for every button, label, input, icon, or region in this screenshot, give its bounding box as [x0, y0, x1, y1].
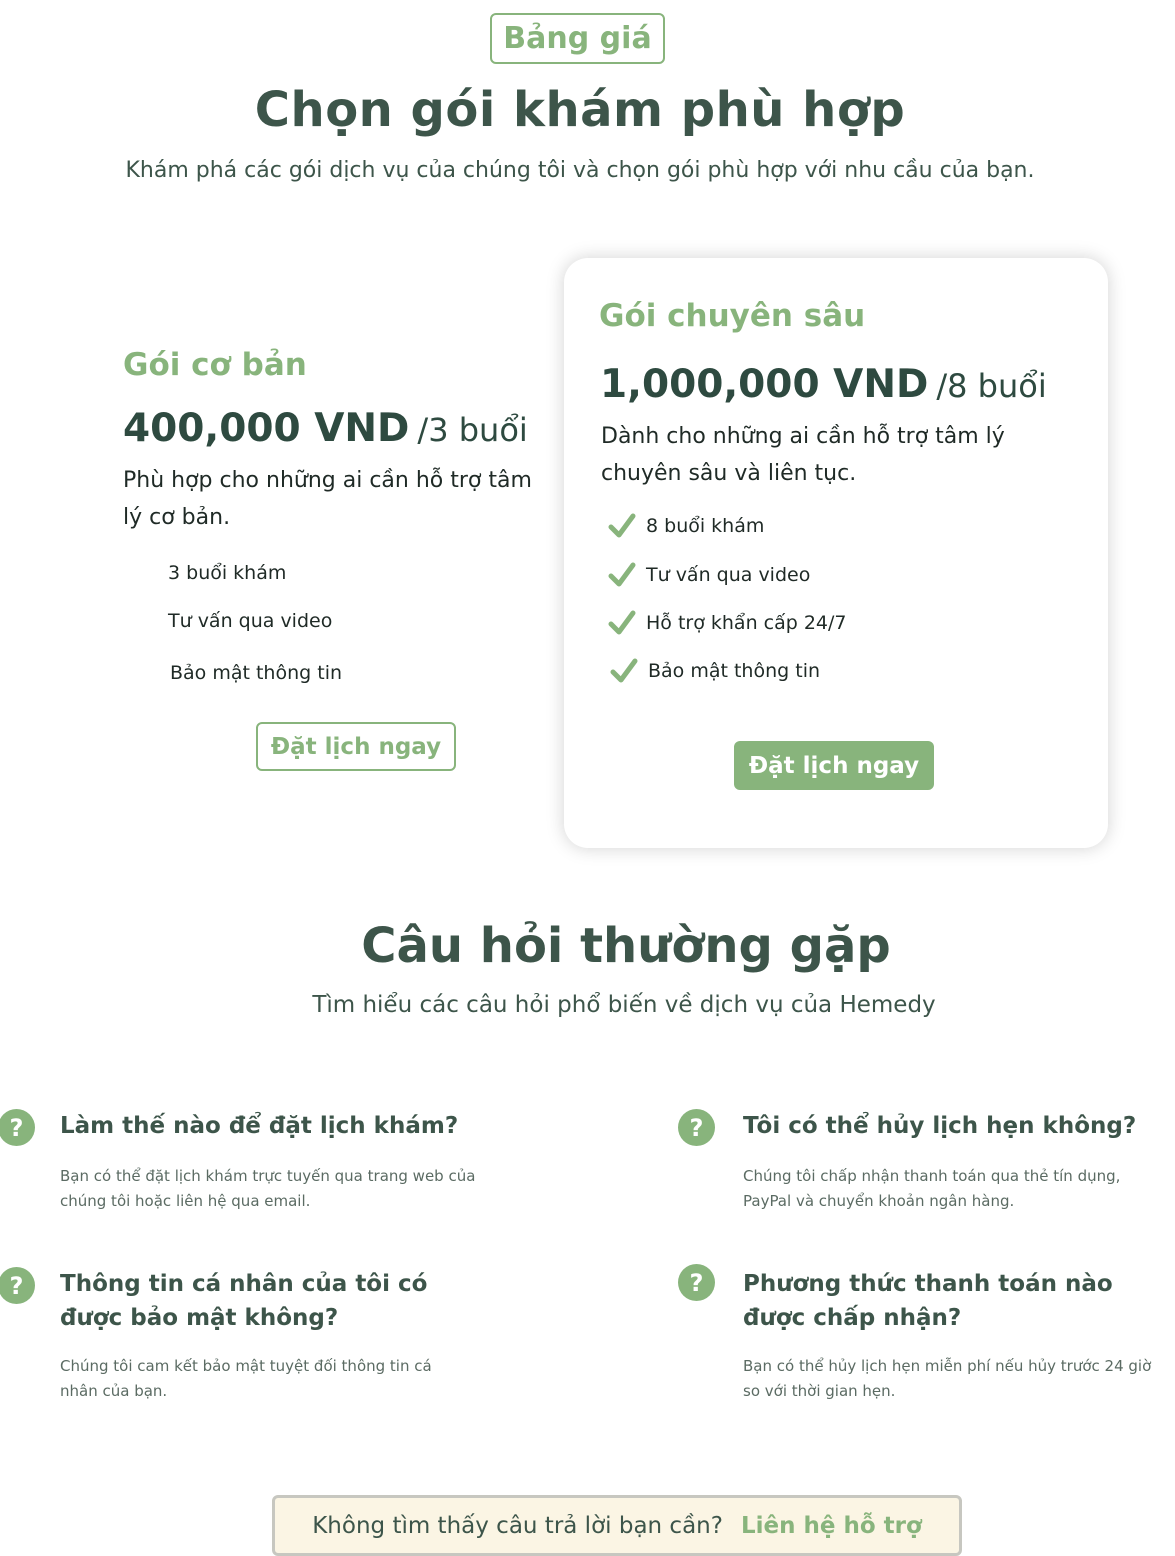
question-icon: ? [678, 1109, 715, 1146]
plan-premium-feature: Hỗ trợ khẩn cấp 24/7 [608, 609, 847, 637]
plan-premium-feature-label: Tư vấn qua video [646, 564, 811, 586]
plan-basic-price: 400,000 VND/3 buổi [123, 406, 528, 451]
contact-support-link[interactable]: Liên hệ hỗ trợ [741, 1513, 922, 1539]
faq-answer: Bạn có thể hủy lịch hẹn miễn phí nếu hủy… [743, 1357, 1152, 1400]
plan-basic-feature: Bảo mật thông tin [170, 662, 343, 684]
book-basic-button[interactable]: Đặt lịch ngay [256, 722, 456, 771]
plan-basic-name: Gói cơ bản [123, 347, 307, 383]
plan-premium-feature: Tư vấn qua video [608, 561, 810, 589]
faq-answer: Bạn có thể đặt lịch khám trực tuyến qua … [60, 1167, 476, 1210]
pricing-subtitle: Khám phá các gói dịch vụ của chúng tôi v… [125, 158, 1035, 183]
plan-basic-period: /3 buổi [417, 411, 528, 449]
faq-answer: Chúng tôi cam kết bảo mật tuyệt đối thôn… [60, 1357, 432, 1400]
check-icon [608, 513, 636, 538]
question-icon: ? [678, 1264, 715, 1301]
plan-premium-price: 1,000,000 VND/8 buổi [600, 362, 1047, 407]
plan-premium-description: Dành cho những ai cần hỗ trợ tâm lý chuy… [601, 424, 1005, 486]
plan-premium-period: /8 buổi [936, 367, 1047, 405]
plan-basic-amount: 400,000 VND [123, 406, 410, 451]
plan-basic-feature: Tư vấn qua video [168, 610, 333, 632]
check-icon [610, 658, 638, 683]
plan-premium-feature-label: 8 buổi khám [646, 515, 765, 537]
pricing-badge: Bảng giá [490, 13, 665, 64]
plan-basic-description: Phù hợp cho những ai cần hỗ trợ tâm lý c… [123, 468, 532, 530]
contact-text: Không tìm thấy câu trả lời bạn cần? [312, 1512, 723, 1539]
plan-premium-feature-label: Bảo mật thông tin [648, 660, 821, 682]
pricing-page: Bảng giá Chọn gói khám phù hợp Khám phá … [0, 0, 1175, 1556]
check-icon [608, 610, 636, 635]
faq-question: Tôi có thể hủy lịch hẹn không? [743, 1113, 1137, 1139]
faq-question: Thông tin cá nhân của tôi có được bảo mậ… [60, 1271, 428, 1331]
faq-answer: Chúng tôi chấp nhận thanh toán qua thẻ t… [743, 1167, 1121, 1210]
faq-title: Câu hỏi thường gặp [361, 918, 891, 974]
contact-bar: Không tìm thấy câu trả lời bạn cần? Liên… [272, 1495, 962, 1556]
faq-subtitle: Tìm hiểu các câu hỏi phổ biến về dịch vụ… [312, 992, 936, 1018]
plan-premium-feature: 8 buổi khám [608, 512, 764, 540]
book-premium-button[interactable]: Đặt lịch ngay [734, 741, 934, 790]
plan-premium-feature: Bảo mật thông tin [610, 657, 820, 685]
check-icon [608, 562, 636, 587]
question-icon: ? [0, 1267, 35, 1304]
plan-premium-feature-label: Hỗ trợ khẩn cấp 24/7 [646, 612, 847, 634]
plan-basic-feature: 3 buổi khám [168, 562, 287, 584]
faq-question: Làm thế nào để đặt lịch khám? [60, 1113, 459, 1139]
faq-question: Phương thức thanh toán nào được chấp nhậ… [743, 1271, 1113, 1331]
pricing-title: Chọn gói khám phù hợp [254, 82, 906, 138]
question-icon: ? [0, 1109, 35, 1146]
plan-premium-name: Gói chuyên sâu [599, 298, 866, 334]
plan-premium-amount: 1,000,000 VND [600, 362, 929, 407]
